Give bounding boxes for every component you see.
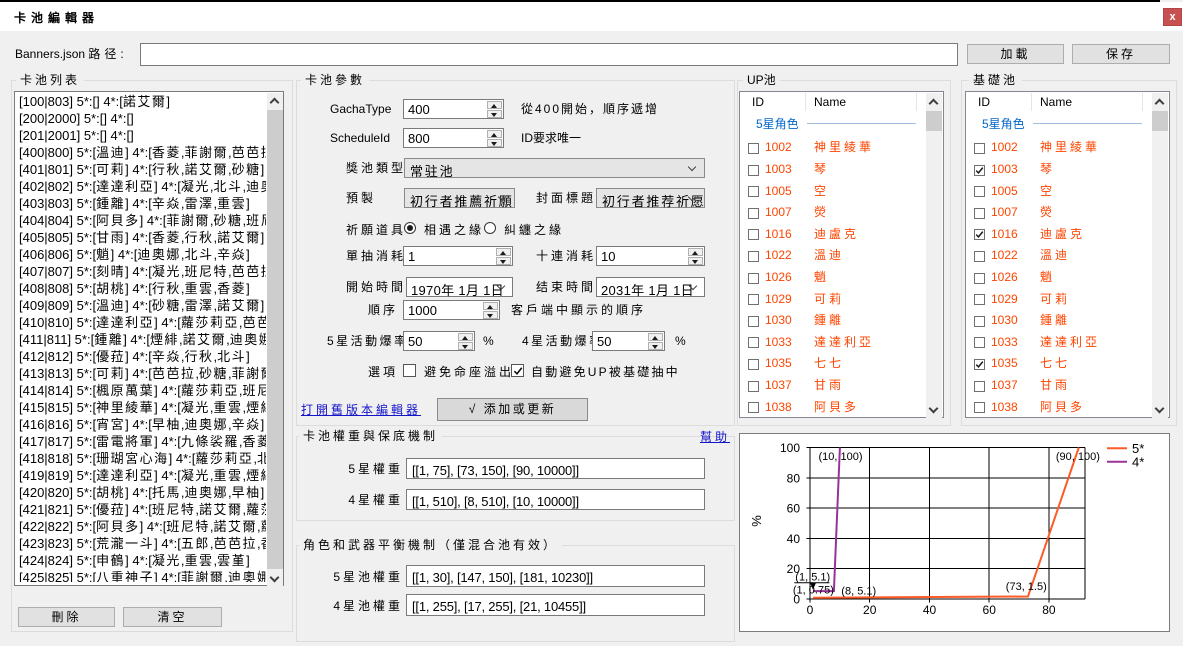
svg-text:4*: 4*: [1132, 455, 1144, 470]
svg-text:%: %: [749, 515, 764, 527]
svg-text:40: 40: [787, 532, 801, 546]
svg-text:(90, 100): (90, 100): [1056, 451, 1100, 463]
svg-text:60: 60: [787, 502, 801, 516]
svg-text:(73, 1.5): (73, 1.5): [1006, 581, 1047, 593]
svg-text:80: 80: [1042, 603, 1056, 617]
svg-text:(8, 5.1): (8, 5.1): [841, 586, 876, 598]
svg-text:0: 0: [807, 603, 814, 617]
svg-text:100: 100: [780, 441, 800, 455]
svg-text:60: 60: [983, 603, 997, 617]
svg-text:80: 80: [787, 471, 801, 485]
svg-text:40: 40: [923, 603, 937, 617]
svg-text:20: 20: [863, 603, 877, 617]
svg-text:(10, 100): (10, 100): [819, 451, 863, 463]
svg-text:(1, 5.1): (1, 5.1): [795, 572, 830, 584]
